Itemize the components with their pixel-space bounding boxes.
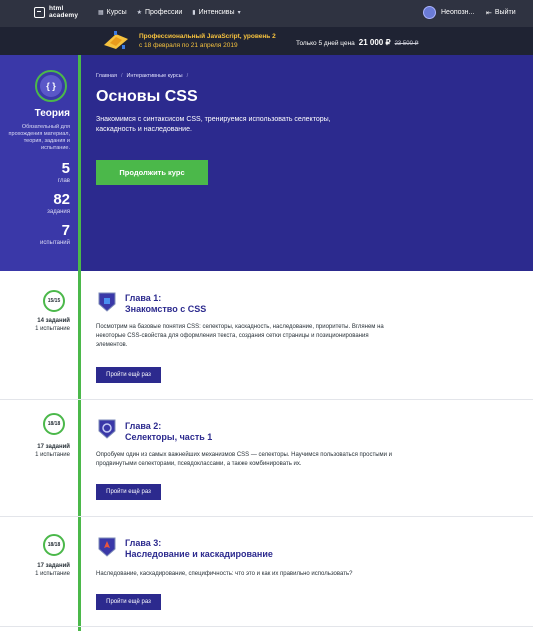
avatar (423, 6, 436, 19)
promo-price: 21 000 ₽ (358, 38, 391, 47)
logout-icon: ⇤ (486, 10, 492, 17)
user-menu[interactable]: Неопозн... (423, 6, 474, 19)
chapter-tests: 1 испытание (35, 452, 70, 458)
chevron-down-icon: ▾ (237, 10, 241, 16)
chapter-name[interactable]: Наследование и каскадирование (125, 549, 273, 559)
breadcrumb: Главная / Интерактивные курсы / (96, 73, 188, 79)
chapter-tasks: 17 заданий (37, 563, 70, 569)
chapter-divider (0, 399, 533, 400)
chapter-tests: 1 испытание (35, 326, 70, 332)
chapter-stats: 14 заданий 1 испытание (0, 317, 70, 333)
grid-icon: ▦ (98, 10, 104, 16)
chapter-progress-ring: 15/15 (43, 290, 65, 312)
chapter-number: Глава 2: (125, 421, 162, 431)
continue-course-button[interactable]: Продолжить курс (96, 160, 208, 185)
theory-badge: { } (35, 70, 67, 102)
chapter-tests: 1 испытание (35, 571, 70, 577)
chapter-name[interactable]: Знакомство с CSS (125, 304, 206, 314)
nav-link-intensives[interactable]: ▮ Интенсивы ▾ (192, 9, 240, 16)
stat-tasks-label: задания (47, 209, 70, 215)
chapter-number: Глава 1: (125, 293, 162, 303)
promo-offer-text: Только 5 дней цена (296, 40, 355, 47)
promo-old-price: 23 500 ₽ (394, 41, 419, 47)
chapter-divider (0, 516, 533, 517)
logo-line1: html (49, 5, 64, 12)
promo-offer: Только 5 дней цена 21 000 ₽ 23 500 ₽ (296, 38, 418, 47)
logo-line2: academy (49, 12, 79, 19)
nav-link-label: Интенсивы (198, 9, 235, 16)
chapter-description: Опробуем один из самых важнейших механиз… (96, 452, 392, 467)
retry-chapter-button[interactable]: Пройти ещё раз (96, 367, 161, 383)
chapter-stats: 17 заданий 1 испытание (0, 562, 70, 578)
stat-chapters-value: 5 (61, 160, 70, 177)
nav-link-label: Курсы (106, 9, 127, 16)
target-shield-icon (98, 419, 116, 439)
retry-chapter-button[interactable]: Пройти ещё раз (96, 594, 161, 610)
logout-label: Выйти (494, 9, 516, 16)
star-icon: ★ (136, 10, 142, 16)
breadcrumb-home[interactable]: Главная (96, 73, 117, 79)
stat-tests-value: 7 (61, 222, 70, 239)
promo-dates: с 18 февраля по 21 апреля 2019 (139, 42, 238, 49)
breadcrumb-separator: / (120, 73, 123, 79)
promo-title: Профессиональный JavaScript, уровень 2 (139, 33, 276, 40)
chapter-progress-ring: 18/18 (43, 534, 65, 556)
page-title: Основы CSS (96, 88, 198, 105)
nav-link-label: Профессии (145, 9, 183, 16)
stat-tests-label: испытаний (40, 240, 70, 246)
theory-description: Обязательный для прохождения материал, т… (8, 124, 70, 151)
breadcrumb-separator: / (186, 73, 189, 79)
retry-chapter-button[interactable]: Пройти ещё раз (96, 484, 161, 500)
chapter-progress-ring: 18/18 (43, 413, 65, 435)
chapter-number: Глава 3: (125, 538, 162, 548)
top-navigation: html academy ▦ Курсы ★ Профессии ▮ Интен… (0, 0, 533, 27)
theory-title: Теория (34, 108, 70, 119)
stat-chapters-label: глав (57, 178, 70, 184)
nav-links: ▦ Курсы ★ Профессии ▮ Интенсивы ▾ (98, 9, 241, 16)
promo-banner[interactable]: Профессиональный JavaScript, уровень 2 с… (0, 27, 533, 55)
breadcrumb-courses[interactable]: Интерактивные курсы (126, 73, 182, 79)
logo-icon (34, 6, 45, 18)
chapter-divider (0, 626, 533, 627)
nav-link-professions[interactable]: ★ Профессии (137, 9, 183, 16)
user-name: Неопозн... (441, 9, 475, 16)
html5-shield-icon (98, 292, 116, 312)
chapter-description: Посмотрим на базовые понятия CSS: селект… (96, 324, 384, 348)
rocket-promo-icon (104, 31, 128, 49)
chapter-tasks: 14 заданий (37, 318, 70, 324)
chapter-description: Наследование, каскадирование, специфично… (96, 571, 353, 577)
progress-timeline (78, 55, 81, 631)
chapter-tasks: 17 заданий (37, 444, 70, 450)
rocket-shield-icon (98, 537, 116, 557)
chapter-stats: 17 заданий 1 испытание (0, 443, 70, 459)
course-description: Знакомимся с синтаксисом CSS, тренируемс… (96, 116, 331, 133)
braces-icon: { } (40, 75, 62, 97)
logo[interactable]: html academy (34, 5, 89, 19)
bookmark-icon: ▮ (192, 10, 196, 16)
nav-link-courses[interactable]: ▦ Курсы (98, 9, 127, 16)
logout-link[interactable]: ⇤ Выйти (486, 9, 516, 17)
chapter-name[interactable]: Селекторы, часть 1 (125, 432, 212, 442)
stat-tasks-value: 82 (53, 191, 70, 208)
